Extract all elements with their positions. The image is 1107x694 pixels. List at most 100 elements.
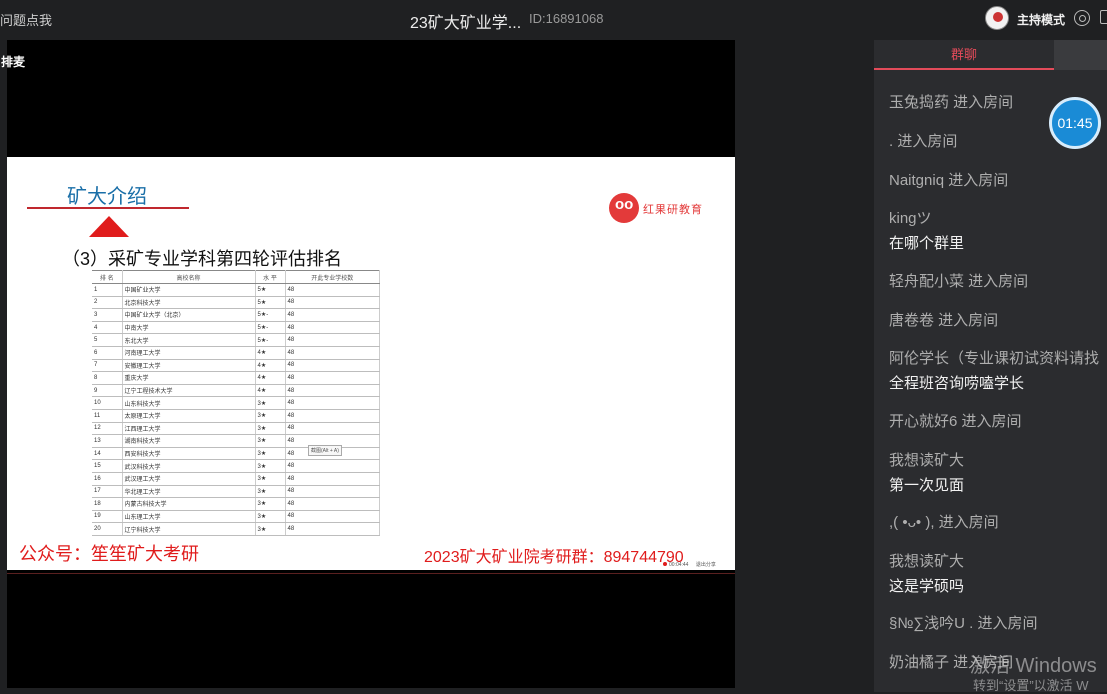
chat-message-sender: 我想读矿大: [889, 553, 965, 570]
cell-school: 辽宁科技大学: [122, 522, 256, 536]
cell-count: 48: [285, 472, 380, 486]
cell-count: 48: [285, 283, 380, 297]
cell-count: 48: [285, 409, 380, 423]
cell-school: 武汉科技大学: [122, 459, 256, 473]
cell-school: 西安科技大学: [122, 447, 256, 461]
cell-rank: 8: [92, 371, 123, 385]
cell-school: 山东理工大学: [122, 510, 256, 524]
chat-message: §№∑浅吟U . 进入房间: [889, 612, 1037, 633]
cell-rank: 7: [92, 359, 123, 373]
feedback-link[interactable]: 问题点我: [0, 10, 52, 29]
cell-count: 48: [285, 459, 380, 473]
mic-queue-tag[interactable]: 排麦: [1, 53, 25, 70]
cell-level: 4★: [255, 346, 286, 360]
recording-bar: 00:04:44 退出分享: [663, 561, 716, 568]
brand-logo-text: 红果研教育: [643, 204, 703, 216]
chat-message-sender: kingツ: [889, 210, 932, 227]
cell-rank: 18: [92, 497, 123, 511]
table-header-rank: 排 名: [92, 270, 123, 284]
cell-rank: 12: [92, 422, 123, 436]
cell-level: 3★: [255, 522, 286, 536]
table-row: 8 重庆大学 4★ 48: [92, 371, 380, 385]
chat-message: . 进入房间: [889, 130, 957, 151]
cell-school: 山东科技大学: [122, 396, 256, 410]
timer-badge[interactable]: 01:45: [1049, 97, 1101, 149]
slide-subtitle: （3）采矿专业学科第四轮评估排名: [62, 249, 343, 269]
cell-level: 3★: [255, 409, 286, 423]
host-mode-button[interactable]: 主持模式: [1017, 11, 1065, 28]
heading-underline: [27, 207, 189, 209]
chat-message-sender: 阿伦学长（专业课初试资料请找: [889, 350, 1100, 367]
cell-rank: 5: [92, 333, 123, 347]
cell-count: 48: [285, 384, 380, 398]
cell-school: 中南大学: [122, 321, 256, 335]
exit-share-button[interactable]: 退出分享: [696, 562, 716, 568]
cell-school: 重庆大学: [122, 371, 256, 385]
cell-level: 5★-: [255, 333, 286, 347]
cell-rank: 3: [92, 308, 123, 322]
cell-level: 5★-: [255, 308, 286, 322]
cell-school: 湖南科技大学: [122, 434, 256, 448]
table-row: 17 华北理工大学 3★ 48: [92, 485, 380, 499]
recording-dot-icon: [663, 562, 667, 566]
chat-message: 我想读矿大 这是学硕吗: [889, 550, 964, 596]
chat-message-sender: 唐卷卷 进入房间: [889, 312, 999, 329]
cell-rank: 11: [92, 409, 123, 423]
table-row: 3 中国矿业大学（北京） 5★- 48: [92, 308, 380, 322]
cell-rank: 2: [92, 296, 123, 310]
table-row: 15 武汉科技大学 3★ 48: [92, 459, 380, 473]
table-row: 9 辽宁工程技术大学 4★ 48: [92, 384, 380, 398]
room-title: 23矿大矿业学...: [410, 15, 522, 32]
chat-message: 开心就好6 进入房间: [889, 410, 1022, 431]
table-row: 10 山东科技大学 3★ 48: [92, 396, 380, 410]
table-header-count: 开此专业学校数: [285, 270, 380, 284]
cell-school: 太原理工大学: [122, 409, 256, 423]
cell-school: 中国矿业大学: [122, 283, 256, 297]
chat-message: 轻舟配小菜 进入房间: [889, 270, 1028, 291]
chat-message: 阿伦学长（专业课初试资料请找 全程班咨询唠嗑学长: [889, 347, 1099, 393]
cell-rank: 19: [92, 510, 123, 524]
cell-rank: 4: [92, 321, 123, 335]
tab-group-chat[interactable]: 群聊: [874, 40, 1054, 70]
cell-school: 江西理工大学: [122, 422, 256, 436]
chat-message: Naitgniq 进入房间: [889, 169, 1008, 190]
ranking-table: 排 名 高校名称 水 平 开此专业学校数 1 中国矿业大学 5★ 48 2 北京科技大学 5…: [92, 270, 380, 536]
cell-level: 3★: [255, 447, 286, 461]
cell-level: 3★: [255, 422, 286, 436]
slide-footer-wechat: 公众号：笙笙矿大考研: [19, 544, 199, 564]
cell-level: 3★: [255, 472, 286, 486]
cell-school: 河南理工大学: [122, 346, 256, 360]
cell-level: 3★: [255, 497, 286, 511]
recording-time: 00:04:44: [669, 562, 689, 568]
cell-rank: 9: [92, 384, 123, 398]
chat-tabs: 群聊: [874, 40, 1107, 70]
chat-message-sender: 玉兔捣药 进入房间: [889, 94, 1014, 111]
cell-count: 48: [285, 497, 380, 511]
chat-message-body: 在哪个群里: [889, 235, 965, 252]
table-row: 2 北京科技大学 5★ 48: [92, 296, 380, 310]
tab-other[interactable]: [1054, 40, 1107, 70]
cell-school: 安徽理工大学: [122, 359, 256, 373]
cell-count: 48: [285, 510, 380, 524]
settings-icon[interactable]: [1074, 10, 1090, 26]
slide-footer-group: 2023矿大矿业院考研群：894744790: [424, 549, 684, 566]
cell-rank: 1: [92, 283, 123, 297]
cell-school: 辽宁工程技术大学: [122, 384, 256, 398]
cell-level: 5★: [255, 283, 286, 297]
cell-count: 48: [285, 522, 380, 536]
cell-level: 4★: [255, 384, 286, 398]
cell-rank: 6: [92, 346, 123, 360]
cell-count: 48: [285, 485, 380, 499]
cell-school: 北京科技大学: [122, 296, 256, 310]
chat-message: kingツ在哪个群里: [889, 207, 964, 253]
cell-level: 3★: [255, 459, 286, 473]
cell-level: 4★: [255, 359, 286, 373]
avatar[interactable]: [985, 6, 1009, 30]
chat-message: 唐卷卷 进入房间: [889, 309, 998, 330]
chat-message: 我想读矿大 第一次见面: [889, 449, 964, 495]
table-row: 7 安徽理工大学 4★ 48: [92, 359, 380, 373]
cell-school: 中国矿业大学（北京）: [122, 308, 256, 322]
table-row: 12 江西理工大学 3★ 48: [92, 422, 380, 436]
table-row: 11 太原理工大学 3★ 48: [92, 409, 380, 423]
screen-icon[interactable]: [1100, 10, 1107, 24]
